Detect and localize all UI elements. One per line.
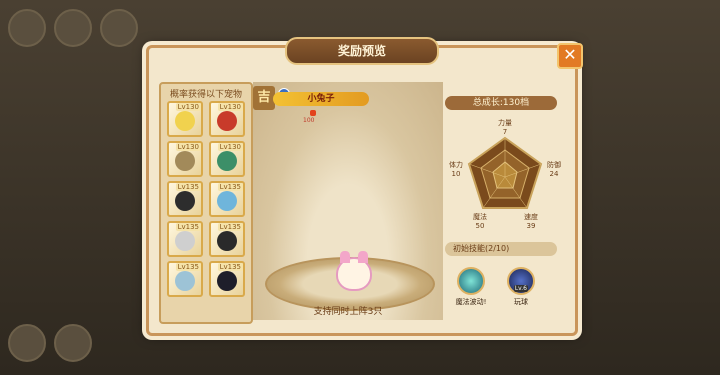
pet-level: Lv135 (217, 223, 243, 231)
pet-level: Lv130 (175, 103, 201, 111)
growth-label: 总成长:130档 (445, 96, 557, 110)
pet-name: 小兔子 (273, 92, 369, 106)
pet-portrait (175, 151, 195, 171)
pet-portrait (175, 231, 195, 251)
background-avatar (8, 9, 46, 47)
pet-card[interactable]: Lv135 (167, 181, 203, 217)
skill-slot[interactable]: Lv.6 玩球 (501, 267, 541, 307)
pet-stage: 吉 小兔子 100 支持同时上阵3只 (253, 82, 443, 320)
pet-level: Lv130 (175, 143, 201, 151)
pet-portrait (217, 151, 237, 171)
pet-creature-image (336, 251, 372, 291)
pet-card[interactable]: Lv135 (167, 261, 203, 297)
pet-level: Lv135 (175, 223, 201, 231)
element-value: 100 (303, 117, 315, 124)
pet-card[interactable]: Lv130 (209, 141, 245, 177)
stat-speed-label: 速度 (524, 213, 538, 221)
skills-label: 初始技能(2/10) (445, 242, 557, 256)
background-avatar (54, 9, 92, 47)
stat-power-label: 力量 (498, 119, 512, 127)
skill-name: 玩球 (514, 298, 528, 306)
close-x-icon: ✕ (563, 45, 577, 64)
pet-portrait (217, 111, 237, 131)
close-button[interactable]: ✕ (557, 43, 583, 69)
pet-portrait (217, 231, 237, 251)
pet-portrait (217, 271, 237, 291)
element-icon (310, 110, 316, 116)
stat-defense: 防御 24 (541, 160, 567, 178)
magic-wave-icon (457, 267, 485, 295)
play-ball-icon: Lv.6 (507, 267, 535, 295)
background-avatar (100, 9, 138, 47)
pet-grid: Lv130 Lv130 Lv130 Lv130 Lv135 Lv135 Lv135 Lv135… (161, 99, 251, 299)
pet-level: Lv135 (175, 183, 201, 191)
pet-card[interactable]: Lv135 (209, 221, 245, 257)
stat-magic-value: 50 (475, 222, 485, 230)
skill-slot[interactable]: 魔法波动! (451, 267, 491, 307)
dialog-title: 奖励预览 (285, 37, 439, 65)
stat-stamina-value: 10 (451, 170, 461, 178)
pet-portrait (175, 271, 195, 291)
pet-level: Lv130 (217, 103, 243, 111)
seal-icon: 吉 (253, 86, 275, 110)
pet-portrait (175, 191, 195, 211)
background-avatar (54, 324, 92, 362)
reward-preview-dialog: 奖励预览 ✕ 概率获得以下宠物 Lv130 Lv130 Lv130 Lv130 Lv13… (146, 37, 583, 336)
pet-card[interactable]: Lv135 (209, 261, 245, 297)
pet-level: Lv130 (217, 143, 243, 151)
stats-radar: 力量 7 体力 10 防御 24 魔法 50 速度 39 (449, 118, 561, 230)
stat-defense-value: 24 (549, 170, 559, 178)
pet-card[interactable]: Lv130 (167, 141, 203, 177)
stat-stamina-label: 体力 (449, 161, 463, 169)
pet-portrait (217, 191, 237, 211)
pet-card[interactable]: Lv135 (209, 181, 245, 217)
stat-speed-value: 39 (526, 222, 536, 230)
pet-list-panel: 概率获得以下宠物 Lv130 Lv130 Lv130 Lv130 Lv135 Lv135 L… (159, 82, 253, 324)
stat-power-value: 7 (502, 128, 508, 136)
pet-level: Lv135 (217, 183, 243, 191)
pet-card[interactable]: Lv130 (209, 101, 245, 137)
stage-footer-text: 支持同时上阵3只 (313, 307, 383, 317)
stat-power: 力量 7 (492, 118, 518, 136)
skill-name: 魔法波动! (455, 298, 487, 306)
stat-defense-label: 防御 (547, 161, 561, 169)
stat-stamina: 体力 10 (443, 160, 469, 178)
pet-level: Lv135 (217, 263, 243, 271)
stat-magic-label: 魔法 (473, 213, 487, 221)
pet-list-title: 概率获得以下宠物 (169, 90, 242, 100)
skill-level-tag: Lv.6 (513, 285, 528, 292)
stat-magic: 魔法 50 (467, 212, 493, 230)
background-avatar (8, 324, 46, 362)
pet-level: Lv135 (175, 263, 201, 271)
pet-portrait (175, 111, 195, 131)
stat-speed: 速度 39 (518, 212, 544, 230)
pet-card[interactable]: Lv130 (167, 101, 203, 137)
pet-card[interactable]: Lv135 (167, 221, 203, 257)
pet-info-panel: 总成长:130档 力量 7 体力 10 防御 24 魔法 50 速度 39 初始… (445, 82, 567, 320)
